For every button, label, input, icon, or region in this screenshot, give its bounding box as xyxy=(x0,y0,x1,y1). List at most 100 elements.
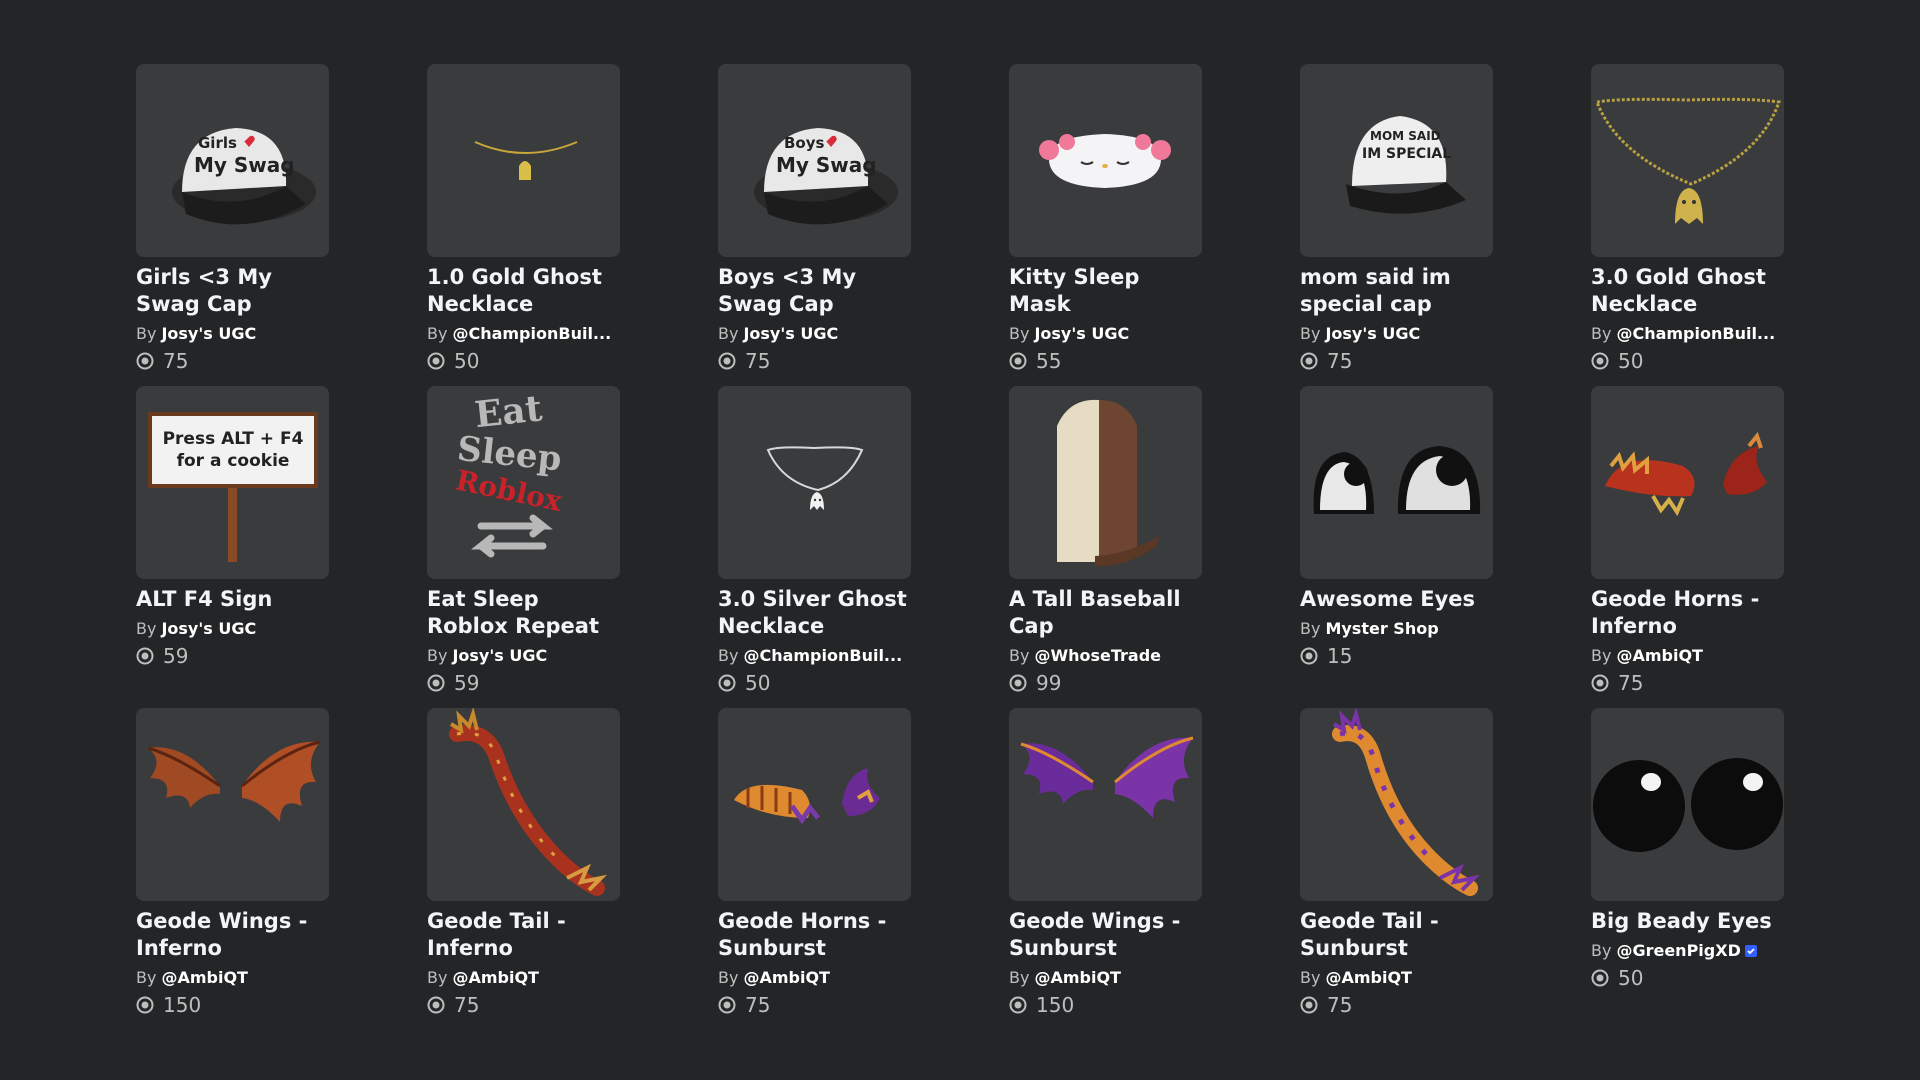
item-creator[interactable]: By Josy's UGC xyxy=(136,324,329,344)
item-thumbnail[interactable]: Boys My Swag xyxy=(718,64,911,257)
item-price: 50 xyxy=(427,350,620,372)
item-name[interactable]: A Tall Baseball Cap xyxy=(1009,586,1202,640)
item-thumbnail[interactable] xyxy=(136,708,329,901)
eat-sleep-roblox-icon: Eat Sleep Roblox xyxy=(453,387,565,558)
item-thumbnail[interactable] xyxy=(718,386,911,579)
geode-wings-sunburst-icon xyxy=(1020,736,1194,818)
robux-icon xyxy=(427,996,445,1014)
item-thumbnail[interactable] xyxy=(1591,64,1784,257)
item-creator[interactable]: By @AmbiQT xyxy=(1591,646,1784,666)
item-creator[interactable]: By @AmbiQT xyxy=(1300,968,1493,988)
item-card[interactable]: Geode Wings - Sunburst By @AmbiQT 150 xyxy=(1009,708,1202,1030)
item-name[interactable]: 3.0 Gold Ghost Necklace xyxy=(1591,264,1784,318)
item-card[interactable]: Geode Horns - Sunburst By @AmbiQT 75 xyxy=(718,708,911,1030)
item-creator[interactable]: By @AmbiQT xyxy=(136,968,329,988)
robux-icon xyxy=(1009,996,1027,1014)
item-name[interactable]: Geode Wings - Sunburst xyxy=(1009,908,1202,962)
item-thumbnail[interactable] xyxy=(1009,708,1202,901)
item-thumbnail[interactable] xyxy=(1300,386,1493,579)
item-card[interactable]: Eat Sleep Roblox Eat Sleep Roblox Repeat… xyxy=(427,386,620,708)
item-thumbnail[interactable]: MOM SAID IM SPECIAL xyxy=(1300,64,1493,257)
item-card[interactable]: Boys My Swag Boys <3 My Swag Cap By Josy'… xyxy=(718,64,911,386)
cap-text-line1: MOM SAID xyxy=(1370,129,1441,143)
item-name[interactable]: ALT F4 Sign xyxy=(136,586,329,613)
item-name[interactable]: Kitty Sleep Mask xyxy=(1009,264,1202,318)
boys-swag-cap-icon: Boys My Swag xyxy=(754,128,898,225)
item-card[interactable]: 3.0 Silver Ghost Necklace By @ChampionBui… xyxy=(718,386,911,708)
item-creator[interactable]: By @AmbiQT xyxy=(1009,968,1202,988)
item-name[interactable]: Awesome Eyes xyxy=(1300,586,1493,613)
item-card[interactable]: MOM SAID IM SPECIAL mom said im special … xyxy=(1300,64,1493,386)
item-creator[interactable]: By @WhoseTrade xyxy=(1009,646,1202,666)
item-card[interactable]: Kitty Sleep Mask By Josy's UGC 55 xyxy=(1009,64,1202,386)
item-card[interactable]: 1.0 Gold Ghost Necklace By @ChampionBuil.… xyxy=(427,64,620,386)
item-card[interactable]: Geode Tail - Inferno By @AmbiQT 75 xyxy=(427,708,620,1030)
item-creator[interactable]: By @ChampionBuil... xyxy=(1591,324,1784,344)
item-creator[interactable]: By Josy's UGC xyxy=(718,324,911,344)
item-creator[interactable]: By @ChampionBuil... xyxy=(427,324,620,344)
special-cap-icon: MOM SAID IM SPECIAL xyxy=(1346,116,1466,214)
item-name[interactable]: Geode Horns - Inferno xyxy=(1591,586,1784,640)
item-name[interactable]: Geode Horns - Sunburst xyxy=(718,908,911,962)
item-name[interactable]: Geode Wings - Inferno xyxy=(136,908,329,962)
item-creator[interactable]: By @AmbiQT xyxy=(718,968,911,988)
item-card[interactable]: Girls My Swag Girls <3 My Swag Cap By Jos… xyxy=(136,64,329,386)
item-thumbnail[interactable] xyxy=(1009,386,1202,579)
robux-icon xyxy=(1591,969,1609,987)
item-card[interactable]: Press ALT + F4 for a cookie ALT F4 Sign … xyxy=(136,386,329,708)
item-creator[interactable]: By Josy's UGC xyxy=(1009,324,1202,344)
item-price: 99 xyxy=(1009,672,1202,694)
verified-badge-icon xyxy=(1744,945,1757,957)
item-price: 59 xyxy=(427,672,620,694)
item-price: 75 xyxy=(1300,350,1493,372)
item-card[interactable]: 3.0 Gold Ghost Necklace By @ChampionBuil.… xyxy=(1591,64,1784,386)
item-price: 55 xyxy=(1009,350,1202,372)
item-card[interactable]: Geode Tail - Sunburst By @AmbiQT 75 xyxy=(1300,708,1493,1030)
alt-f4-sign-icon: Press ALT + F4 for a cookie xyxy=(148,412,318,562)
verified-badge-icon xyxy=(619,327,620,341)
item-thumbnail[interactable] xyxy=(1591,386,1784,579)
item-thumbnail[interactable] xyxy=(427,64,620,257)
item-name[interactable]: mom said im special cap xyxy=(1300,264,1493,318)
item-thumbnail[interactable] xyxy=(1009,64,1202,257)
item-name[interactable]: Geode Tail - Sunburst xyxy=(1300,908,1493,962)
item-creator[interactable]: By @GreenPigXD xyxy=(1591,941,1784,961)
sign-text-line2: for a cookie xyxy=(177,451,290,471)
item-thumbnail[interactable] xyxy=(1300,708,1493,901)
item-name[interactable]: Big Beady Eyes xyxy=(1591,908,1784,935)
robux-icon xyxy=(1300,996,1318,1014)
item-thumbnail[interactable]: Press ALT + F4 for a cookie xyxy=(136,386,329,579)
item-name[interactable]: Girls <3 My Swag Cap xyxy=(136,264,329,318)
item-card[interactable]: A Tall Baseball Cap By @WhoseTrade 99 xyxy=(1009,386,1202,708)
item-creator[interactable]: By @ChampionBuil... xyxy=(718,646,911,666)
item-creator[interactable]: By Josy's UGC xyxy=(1300,324,1493,344)
item-name[interactable]: Eat Sleep Roblox Repeat xyxy=(427,586,620,640)
item-thumbnail[interactable]: Eat Sleep Roblox xyxy=(427,386,620,579)
item-price: 75 xyxy=(718,350,911,372)
item-name[interactable]: 1.0 Gold Ghost Necklace xyxy=(427,264,620,318)
cap-text-line1: Girls xyxy=(198,134,237,152)
item-thumbnail[interactable] xyxy=(1591,708,1784,901)
item-card[interactable]: Geode Horns - Inferno By @AmbiQT 75 xyxy=(1591,386,1784,708)
robux-icon xyxy=(718,996,736,1014)
item-creator[interactable]: By @AmbiQT xyxy=(427,968,620,988)
gold-ghost-necklace-icon xyxy=(474,141,578,180)
item-thumbnail[interactable]: Girls My Swag xyxy=(136,64,329,257)
geode-horns-inferno-icon xyxy=(1605,431,1767,517)
item-thumbnail[interactable] xyxy=(427,708,620,901)
item-creator[interactable]: By Josy's UGC xyxy=(136,619,329,639)
item-thumbnail[interactable] xyxy=(718,708,911,901)
catalog-grid: Girls My Swag Girls <3 My Swag Cap By Jos… xyxy=(136,64,1784,1030)
item-creator[interactable]: By Josy's UGC xyxy=(427,646,620,666)
item-price: 150 xyxy=(1009,994,1202,1016)
item-name[interactable]: Boys <3 My Swag Cap xyxy=(718,264,911,318)
geode-tail-sunburst-icon xyxy=(1332,708,1481,896)
item-card[interactable]: Geode Wings - Inferno By @AmbiQT 150 xyxy=(136,708,329,1030)
item-card[interactable]: Awesome Eyes By Myster Shop 15 xyxy=(1300,386,1493,708)
item-name[interactable]: 3.0 Silver Ghost Necklace xyxy=(718,586,911,640)
item-card[interactable]: Big Beady Eyes By @GreenPigXD 50 xyxy=(1591,708,1784,1030)
gold-ghost-necklace-large-icon xyxy=(1594,97,1782,224)
item-creator[interactable]: By Myster Shop xyxy=(1300,619,1493,639)
item-name[interactable]: Geode Tail - Inferno xyxy=(427,908,620,962)
item-price: 75 xyxy=(427,994,620,1016)
